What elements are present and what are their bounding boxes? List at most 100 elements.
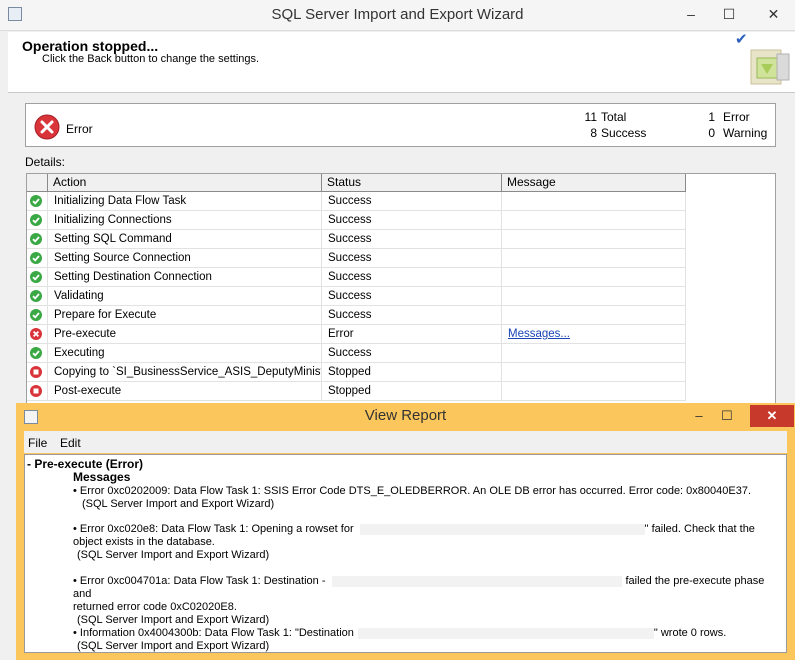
row-status-icon-cell [27, 268, 48, 287]
row-status: Stopped [322, 363, 502, 382]
redacted-text [357, 627, 654, 639]
row-message: Messages... [502, 325, 686, 344]
message-text-cont: returned error code 0xC02020E8. [73, 601, 237, 613]
summary-status-label: Error [66, 122, 93, 136]
table-row[interactable]: Setting Source Connection Success [27, 249, 687, 268]
row-status-icon-cell [27, 249, 48, 268]
row-message [502, 344, 686, 363]
grid-header-icon-column [27, 174, 48, 192]
row-action: Validating [48, 287, 322, 306]
stopped-icon [30, 366, 42, 378]
success-count: 8 [590, 126, 597, 140]
row-status: Success [322, 344, 502, 363]
row-action: Initializing Data Flow Task [48, 192, 322, 211]
row-action: Prepare for Execute [48, 306, 322, 325]
table-row[interactable]: Executing Success [27, 344, 687, 363]
messages-heading: Messages [73, 470, 131, 484]
page-title: Operation stopped... [22, 38, 159, 54]
maximize-button[interactable]: ☐ [712, 2, 746, 26]
success-icon [30, 347, 42, 359]
table-row[interactable]: Setting SQL Command Success [27, 230, 687, 249]
messages-link[interactable]: Messages... [508, 328, 570, 340]
table-row[interactable]: Initializing Connections Success [27, 211, 687, 230]
menu-file[interactable]: File [28, 436, 47, 450]
row-message [502, 363, 686, 382]
wizard-logo-icon [750, 49, 790, 85]
row-action: Pre-execute [48, 325, 322, 344]
details-label: Details: [25, 155, 66, 169]
row-status-icon-cell [27, 287, 48, 306]
row-action: Post-execute [48, 382, 322, 401]
table-row[interactable]: Pre-execute Error Messages... [27, 325, 687, 344]
report-content[interactable]: - Pre-execute (Error) Messages • Error 0… [24, 454, 787, 653]
table-row[interactable]: Copying to `SI_BusinessService_ASIS_Depu… [27, 363, 687, 382]
menu-edit[interactable]: Edit [60, 436, 81, 450]
row-status: Success [322, 230, 502, 249]
summary-panel: Error 11 Total 8 Success 1 Error 0 Warni… [25, 103, 776, 147]
row-message [502, 249, 686, 268]
table-row[interactable]: Setting Destination Connection Success [27, 268, 687, 287]
table-row[interactable]: Post-execute Stopped [27, 382, 687, 401]
redacted-text [331, 575, 622, 587]
message-text: • Error 0xc020e8: Data Flow Task 1: Open… [73, 523, 354, 535]
stopped-icon [30, 385, 42, 397]
column-header-message[interactable]: Message [502, 174, 686, 192]
error-icon [34, 114, 60, 140]
row-status-icon-cell [27, 325, 48, 344]
error-count: 1 [708, 110, 715, 124]
report-message-3: • Error 0xc004701a: Data Flow Task 1: De… [73, 575, 779, 627]
column-header-action[interactable]: Action [48, 174, 322, 192]
row-action: Copying to `SI_BusinessService_ASIS_Depu… [48, 363, 322, 382]
row-message [502, 382, 686, 401]
row-status: Success [322, 192, 502, 211]
row-message [502, 230, 686, 249]
message-text: • Error 0xc0202009: Data Flow Task 1: SS… [73, 485, 752, 497]
message-source: (SQL Server Import and Export Wizard) [77, 640, 270, 652]
row-message [502, 287, 686, 306]
dialog-close-button[interactable]: ✕ [750, 405, 794, 427]
row-status-icon-cell [27, 230, 48, 249]
success-icon [30, 309, 42, 321]
row-message [502, 192, 686, 211]
row-status: Success [322, 211, 502, 230]
report-message-1: • Error 0xc0202009: Data Flow Task 1: SS… [73, 485, 779, 511]
row-action: Initializing Connections [48, 211, 322, 230]
dialog-minimize-button[interactable]: – [685, 405, 713, 427]
page-subtitle: Click the Back button to change the sett… [42, 53, 260, 65]
row-status-icon-cell [27, 363, 48, 382]
row-message [502, 211, 686, 230]
row-action: Setting Source Connection [48, 249, 322, 268]
success-icon [30, 252, 42, 264]
row-action: Setting SQL Command [48, 230, 322, 249]
row-message [502, 306, 686, 325]
success-icon [30, 290, 42, 302]
row-status-icon-cell [27, 211, 48, 230]
row-status: Error [322, 325, 502, 344]
row-status-icon-cell [27, 192, 48, 211]
message-text-cont: object exists in the database. [73, 536, 215, 548]
menu-bar: File Edit [24, 431, 787, 453]
table-row[interactable]: Validating Success [27, 287, 687, 306]
error-icon [30, 328, 42, 340]
success-icon [30, 271, 42, 283]
row-status: Success [322, 268, 502, 287]
row-message [502, 268, 686, 287]
row-status: Stopped [322, 382, 502, 401]
dialog-title: View Report [364, 407, 447, 424]
table-row[interactable]: Prepare for Execute Success [27, 306, 687, 325]
success-icon [30, 233, 42, 245]
dialog-maximize-button[interactable]: ☐ [713, 405, 741, 427]
message-source: (SQL Server Import and Export Wizard) [77, 549, 270, 561]
details-grid[interactable]: Action Status Message Initializing Data … [26, 173, 776, 405]
table-row[interactable]: Initializing Data Flow Task Success [27, 192, 687, 211]
warning-count: 0 [708, 126, 715, 140]
close-button[interactable]: ✕ [752, 2, 795, 26]
row-action: Executing [48, 344, 322, 363]
row-status: Success [322, 249, 502, 268]
column-header-status[interactable]: Status [322, 174, 502, 192]
message-text-end: " wrote 0 rows. [653, 627, 727, 639]
minimize-button[interactable]: – [674, 2, 708, 26]
total-label: Total [601, 110, 627, 124]
row-status-icon-cell [27, 306, 48, 325]
message-source: (SQL Server Import and Export Wizard) [77, 614, 270, 626]
